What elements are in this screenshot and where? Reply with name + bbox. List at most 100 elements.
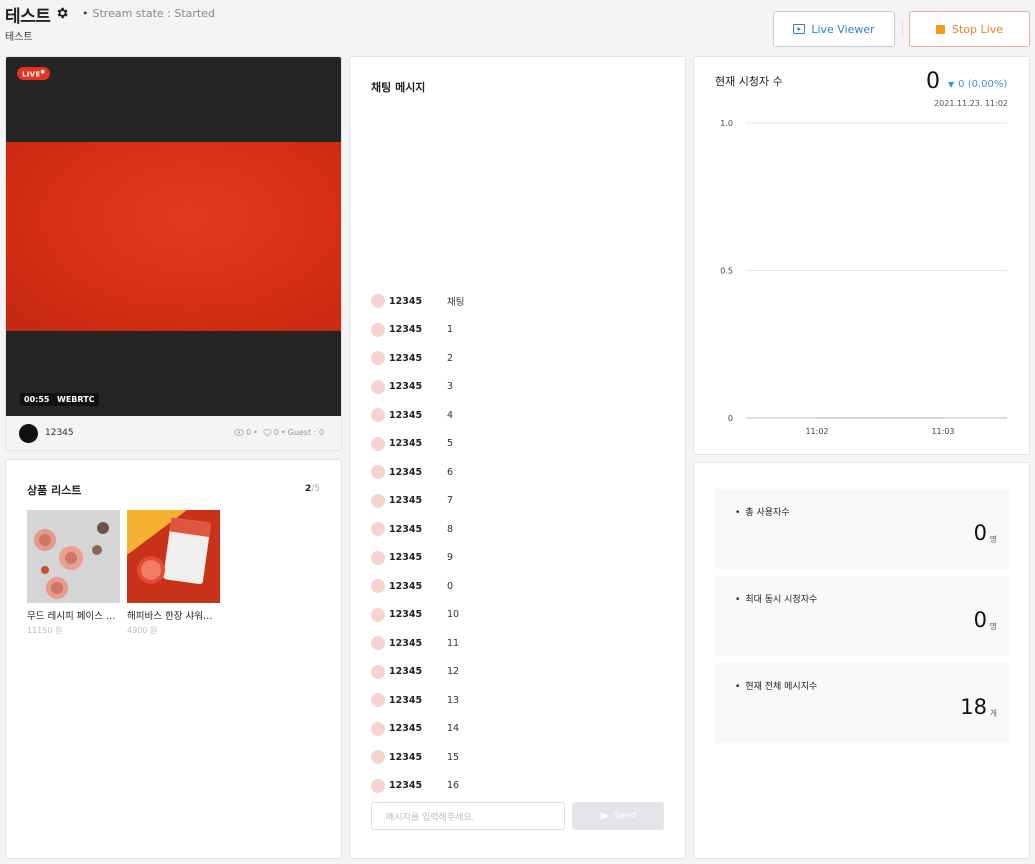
chat-message-list[interactable]: 12345 채팅 12345 1 12345 2 12345 3 12345 4 12345 5 123… [371,287,671,800]
gear-icon[interactable] [55,6,69,20]
stop-live-label: Stop Live [952,22,1003,36]
viewer-chart: 1.0 0.5 0 11:02 11:03 [720,119,1007,436]
live-viewer-button[interactable]: Live Viewer [773,11,895,47]
chat-message: 12345 11 [371,629,671,658]
shower-tissue-image [127,510,220,603]
chat-message: 12345 10 [371,601,671,630]
eye-icon [234,429,244,436]
heart-icon [263,428,272,437]
stat-label: 총 사용자수 [745,508,790,518]
chat-avatar [371,351,385,366]
chat-avatar [371,664,385,679]
chat-text: 3 [447,381,454,393]
chat-text: 5 [447,438,454,450]
video-player[interactable]: LIVE● 00:55 WEBRTC [6,57,341,416]
guest-count: Guest : 0 [287,428,324,437]
stat-unit: 명 [989,535,997,544]
stat-separator: • [280,428,286,437]
video-frame [6,142,341,331]
chat-username: 12345 [389,637,423,649]
chat-username: 12345 [389,552,423,564]
stream-protocol: WEBRTC [53,393,99,406]
stats-card: • 총 사용자수 0 명 • 최대 동시 시청자수 0 명 • 현재 전체 메시지수 … [693,462,1030,859]
live-badge: LIVE● [17,67,51,81]
stat-value: 18 [960,695,987,719]
product-image [27,510,120,603]
chat-username: 12345 [389,324,423,336]
product-name: 해피바스 한장 샤워티슈 [127,611,220,622]
chat-username: 12345 [389,466,423,478]
chat-input[interactable]: 메시지를 입력해주세요. [371,802,565,830]
chat-message: 12345 9 [371,544,671,573]
chat-message: 12345 채팅 [371,287,671,316]
chat-text: 10 [447,609,460,621]
viewer-timestamp: 2021.11.23. 11:02 [934,99,1008,108]
header-divider [902,21,903,37]
chat-text: 13 [447,694,460,706]
chat-message: 12345 13 [371,686,671,715]
send-button[interactable]: Send [572,802,664,830]
product-image [127,510,220,603]
down-arrow-icon: ▼ [948,80,955,89]
stat-label: 현재 전체 메시지수 [745,682,818,692]
chat-message: 12345 8 [371,515,671,544]
product-count: 2/5 [304,484,320,494]
chat-card: 채팅 메시지 12345 채팅 12345 1 12345 2 12345 3 12345 4 12… [349,56,686,859]
chat-avatar [371,693,385,708]
play-screen-icon [793,24,806,34]
chat-text: 채팅 [447,297,465,309]
chart-y-tick-label: 0 [728,414,733,423]
chat-avatar [371,636,385,651]
chart-y-tick-label: 0.5 [720,267,733,276]
chat-message: 12345 0 [371,572,671,601]
chat-message: 12345 6 [371,458,671,487]
send-icon [599,812,609,820]
chat-text: 0 [447,580,454,592]
view-count: 0 [246,428,252,437]
chat-text: 14 [447,723,460,735]
stat-total-users: • 총 사용자수 0 명 [715,489,1009,569]
chat-text: 11 [447,637,460,649]
chat-username: 12345 [389,580,423,592]
chat-avatar [371,721,385,736]
chat-avatar [371,750,385,765]
chart-x-tick-label: 11:03 [931,427,954,436]
chat-message: 12345 14 [371,715,671,744]
chat-text: 12 [447,666,460,678]
stat-separator: • [253,428,258,437]
chat-avatar [371,379,385,394]
chat-username: 12345 [389,694,423,706]
chat-username: 12345 [389,295,423,307]
chat-text: 4 [447,409,454,421]
chat-avatar [371,550,385,565]
stat-value: 0 [973,521,987,545]
viewer-count-value: 0 [926,69,940,94]
chat-text: 1 [447,324,454,336]
stream-timer: 00:55 [20,393,54,406]
product-item[interactable]: 무드 레시피 페이스 롤러 11150 원 [27,510,120,636]
chat-message: 12345 12 [371,658,671,687]
chat-text: 8 [447,523,454,535]
host-name: 12345 [45,428,74,438]
chat-username: 12345 [389,438,423,450]
stat-total-messages: • 현재 전체 메시지수 18 개 [715,663,1009,743]
video-stats: 0 • 0 • Guest : 0 [234,428,324,437]
chat-username: 12345 [389,751,423,763]
page-subtitle: 테스트 [5,32,33,43]
chat-message: 12345 1 [371,316,671,345]
chat-username: 12345 [389,381,423,393]
product-item[interactable]: 해피바스 한장 샤워티슈 4900 원 [127,510,220,636]
chat-title: 채팅 메시지 [371,81,426,94]
chat-avatar [371,579,385,594]
chat-avatar [371,294,385,309]
stream-state: • Stream state : Started [82,7,215,20]
chat-text: 6 [447,466,454,478]
stat-unit: 명 [989,622,997,631]
chat-username: 12345 [389,723,423,735]
stop-live-button[interactable]: Stop Live [909,11,1030,47]
chat-username: 12345 [389,780,423,792]
chat-avatar [371,778,385,793]
chat-avatar [371,607,385,622]
stat-peak-viewers: • 최대 동시 시청자수 0 명 [715,576,1009,656]
send-label: Send [613,811,637,821]
